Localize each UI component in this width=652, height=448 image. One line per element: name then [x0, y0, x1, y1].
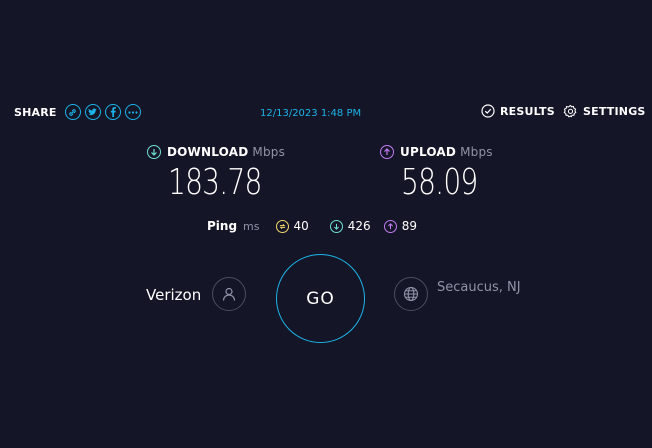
- upload-speed-value: 58.09: [401, 162, 478, 203]
- settings-label: SETTINGS: [583, 105, 646, 118]
- idle-ping-icon: [275, 219, 289, 233]
- results-button[interactable]: RESULTS: [481, 104, 555, 118]
- download-speed-value: 183.78: [168, 162, 262, 203]
- download-unit: Mbps: [252, 145, 286, 159]
- upload-ping-value: 89: [401, 219, 417, 233]
- ping-unit: ms: [243, 219, 260, 233]
- server-button[interactable]: [394, 277, 428, 311]
- upload-ping-icon: [383, 219, 397, 233]
- user-icon: [222, 287, 236, 301]
- more-icon[interactable]: [124, 104, 141, 120]
- download-ping-icon: [329, 219, 343, 233]
- go-button[interactable]: GO: [276, 254, 365, 343]
- upload-unit: Mbps: [460, 145, 493, 159]
- download-ping: 426: [329, 219, 371, 233]
- download-label: DOWNLOAD: [167, 145, 249, 159]
- download-arrow-icon: [147, 145, 161, 159]
- idle-ping: 40: [275, 219, 309, 233]
- twitter-icon[interactable]: [84, 104, 101, 120]
- globe-icon: [403, 286, 419, 302]
- download-header: DOWNLOAD Mbps: [147, 145, 285, 159]
- idle-ping-value: 40: [293, 219, 309, 233]
- gear-icon: [563, 104, 577, 118]
- check-circle-icon: [481, 104, 495, 118]
- share-bar: SHARE: [14, 104, 141, 120]
- isp-name[interactable]: Verizon: [146, 286, 201, 304]
- download-ping-value: 426: [347, 219, 371, 233]
- ping-label: Ping: [207, 219, 238, 233]
- server-location[interactable]: Secaucus, NJ: [437, 280, 521, 295]
- test-timestamp: 12/13/2023 1:48 PM: [260, 108, 362, 119]
- facebook-icon[interactable]: [104, 104, 121, 120]
- settings-button[interactable]: SETTINGS: [563, 104, 646, 119]
- share-label: SHARE: [14, 105, 57, 119]
- upload-header: UPLOAD Mbps: [380, 145, 493, 159]
- results-label: RESULTS: [500, 104, 555, 118]
- upload-ping: 89: [383, 219, 417, 233]
- isp-button[interactable]: [212, 277, 246, 311]
- link-icon[interactable]: [64, 104, 81, 120]
- upload-arrow-icon: [380, 145, 394, 159]
- ping-row: Ping ms 40 426 89: [207, 219, 417, 233]
- upload-label: UPLOAD: [400, 145, 457, 159]
